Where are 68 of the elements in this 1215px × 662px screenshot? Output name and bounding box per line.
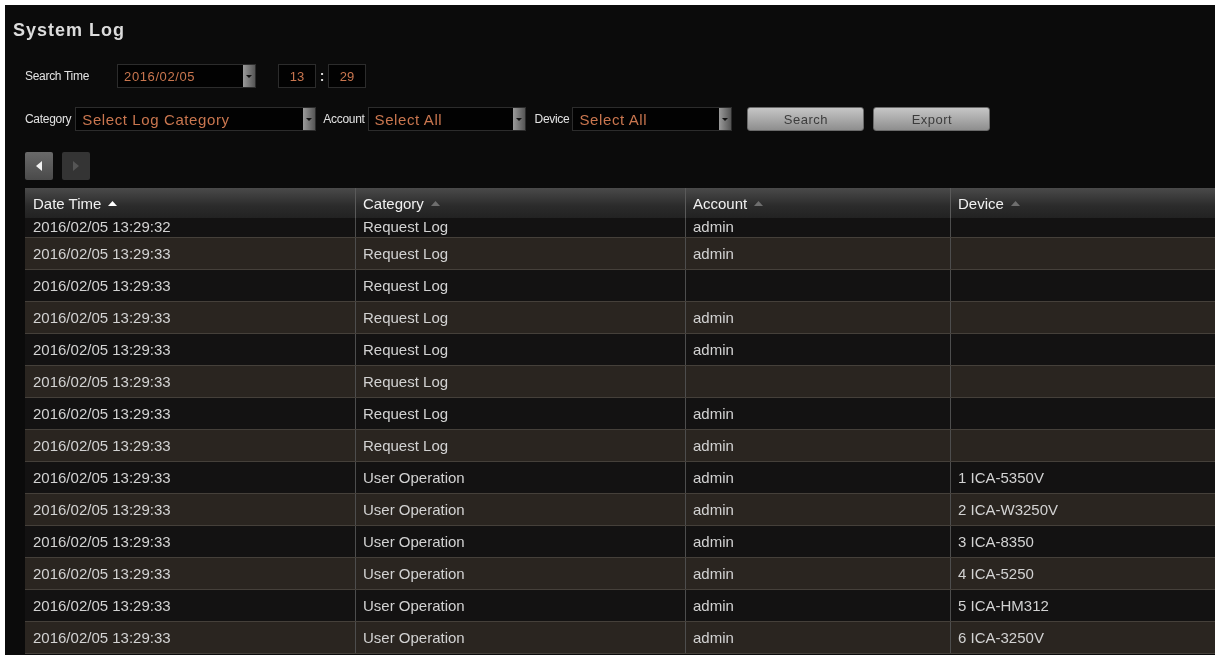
table-cell: 2016/02/05 13:29:33 (33, 404, 171, 423)
caret-icon (243, 65, 256, 87)
account-select[interactable]: Select All (367, 107, 526, 131)
table-cell: 6 ICA-3250V (958, 628, 1044, 647)
table-cell: 2016/02/05 13:29:33 (33, 372, 171, 391)
time-separator: : (318, 68, 326, 84)
table-cell: admin (693, 628, 734, 647)
table-cell: 2016/02/05 13:29:33 (33, 628, 171, 647)
table-cell: admin (693, 500, 734, 519)
table-cell: Request Log (363, 436, 449, 455)
table-cell: User Operation (363, 532, 465, 551)
category-select[interactable]: Select Log Category (75, 107, 317, 131)
table-cell: admin (693, 596, 734, 615)
table-cell: Request Log (363, 404, 449, 423)
table-cell: admin (693, 404, 734, 423)
table-cell: admin (693, 244, 734, 263)
caret-icon (719, 108, 732, 130)
table-cell: 1 ICA-5350V (958, 468, 1044, 487)
table-cell: 2016/02/05 13:29:33 (33, 276, 171, 295)
page-title: System Log (13, 19, 126, 42)
table-cell: Request Log (363, 340, 449, 359)
left-triangle-icon (36, 161, 42, 171)
table-cell: 5 ICA-HM312 (958, 596, 1049, 615)
table-cell: admin (693, 564, 734, 583)
caret-icon (303, 108, 316, 130)
table-cell: admin (693, 436, 734, 455)
caret-icon (512, 108, 525, 130)
table-cell: 2016/02/05 13:29:33 (33, 340, 171, 359)
table-cell: admin (693, 340, 734, 359)
table-cell: admin (693, 308, 734, 327)
table-cell: Request Log (363, 218, 449, 235)
table-cell: 2016/02/05 13:29:33 (33, 308, 171, 327)
table-cell: Request Log (363, 372, 449, 391)
table-cell: User Operation (363, 500, 465, 519)
export-button[interactable]: Export (873, 107, 991, 131)
filter-label: Device (534, 112, 570, 126)
column-header[interactable]: Date Time (25, 188, 355, 218)
table-cell: User Operation (363, 468, 465, 487)
table-cell: admin (693, 218, 734, 235)
previous-page-button[interactable] (25, 152, 53, 180)
table-cell: 2016/02/05 13:29:33 (33, 564, 171, 583)
minute-field[interactable]: 29 (328, 64, 367, 88)
table-cell: User Operation (363, 628, 465, 647)
table-cell: admin (693, 468, 734, 487)
search-time-label: Search Time (25, 69, 90, 83)
table-cell: User Operation (363, 564, 465, 583)
date-select[interactable]: 2016/02/05 (117, 64, 257, 88)
table-cell: 2016/02/05 13:29:33 (33, 468, 171, 487)
table-cell: Request Log (363, 308, 449, 327)
table-cell: 3 ICA-8350 (958, 532, 1034, 551)
table-cell: 2016/02/05 13:29:32 (33, 218, 171, 235)
filter-label: Category (25, 112, 72, 126)
right-triangle-icon (73, 161, 79, 171)
table-cell: Request Log (363, 276, 449, 295)
table-cell: 2016/02/05 13:29:33 (33, 596, 171, 615)
filter-label: Account (323, 112, 365, 126)
hour-field[interactable]: 13 (278, 64, 317, 88)
table-cell: admin (693, 532, 734, 551)
search-button[interactable]: Search (747, 107, 865, 131)
device-select[interactable]: Select All (572, 107, 733, 131)
table-cell: User Operation (363, 596, 465, 615)
table-cell: 2016/02/05 13:29:33 (33, 500, 171, 519)
table-cell: 2 ICA-W3250V (958, 500, 1059, 519)
table-cell: 2016/02/05 13:29:33 (33, 244, 171, 263)
table-cell: Request Log (363, 244, 449, 263)
table-cell: 2016/02/05 13:29:33 (33, 436, 171, 455)
table-cell: 4 ICA-5250 (958, 564, 1034, 583)
table-cell: 2016/02/05 13:29:33 (33, 532, 171, 551)
